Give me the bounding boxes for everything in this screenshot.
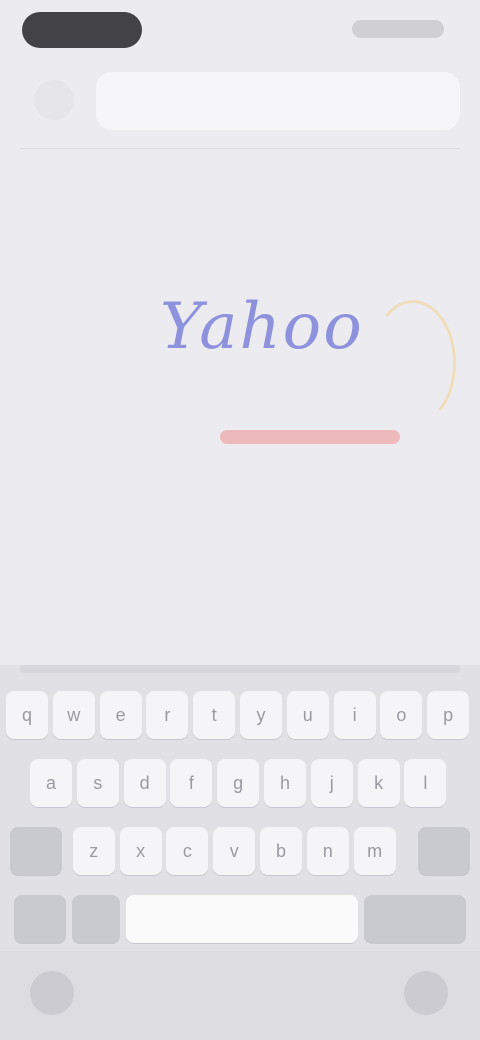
key-c[interactable]: c [166, 827, 209, 875]
globe-icon[interactable] [30, 971, 74, 1015]
keyboard-row-4 [0, 891, 480, 947]
status-time-pill [22, 12, 142, 48]
backspace-key[interactable] [418, 827, 470, 875]
key-u[interactable]: u [286, 691, 329, 739]
key-r[interactable]: r [146, 691, 189, 739]
key-x[interactable]: x [119, 827, 162, 875]
status-bar [0, 0, 480, 62]
search-input[interactable] [96, 72, 460, 130]
keyboard-row-2: asdfghjkl [0, 755, 480, 811]
key-t[interactable]: t [193, 691, 236, 739]
key-v[interactable]: v [213, 827, 256, 875]
logo: Yahoo [140, 280, 456, 480]
key-a[interactable]: a [30, 759, 72, 807]
key-f[interactable]: f [170, 759, 213, 807]
search-query[interactable] [110, 80, 430, 124]
key-o[interactable]: o [380, 691, 423, 739]
keyboard-row-1: qwertyuiop [0, 687, 480, 743]
key-d[interactable]: d [123, 759, 166, 807]
search-row [0, 66, 480, 136]
key-b[interactable]: b [260, 827, 302, 875]
keyboard-row-3: zxcvbnm [0, 823, 480, 879]
emoji-icon[interactable] [72, 895, 120, 943]
return-key[interactable] [364, 895, 466, 943]
divider [20, 148, 460, 149]
key-j[interactable]: j [310, 759, 353, 807]
key-s[interactable]: s [76, 759, 119, 807]
back-icon[interactable] [34, 80, 74, 120]
key-l[interactable]: l [404, 759, 447, 807]
key-n[interactable]: n [306, 827, 349, 875]
space-key[interactable] [126, 895, 358, 943]
keyboard-top-bar [20, 665, 460, 673]
key-y[interactable]: y [240, 691, 282, 739]
keyboard-bottom-bar [0, 951, 480, 1040]
key-h[interactable]: h [264, 759, 306, 807]
key-i[interactable]: i [333, 691, 376, 739]
key-k[interactable]: k [357, 759, 400, 807]
logo-swoosh [370, 300, 456, 426]
numbers-key[interactable] [14, 895, 66, 943]
key-g[interactable]: g [217, 759, 260, 807]
microphone-icon[interactable] [404, 971, 448, 1015]
key-q[interactable]: q [6, 691, 48, 739]
key-m[interactable]: m [353, 827, 396, 875]
key-e[interactable]: e [99, 691, 142, 739]
status-indicators [352, 20, 444, 38]
key-p[interactable]: p [427, 691, 470, 739]
key-z[interactable]: z [72, 827, 115, 875]
shift-key[interactable] [10, 827, 62, 875]
logo-underline [220, 430, 400, 444]
key-w[interactable]: w [52, 691, 95, 739]
logo-word: Yahoo [160, 290, 364, 364]
